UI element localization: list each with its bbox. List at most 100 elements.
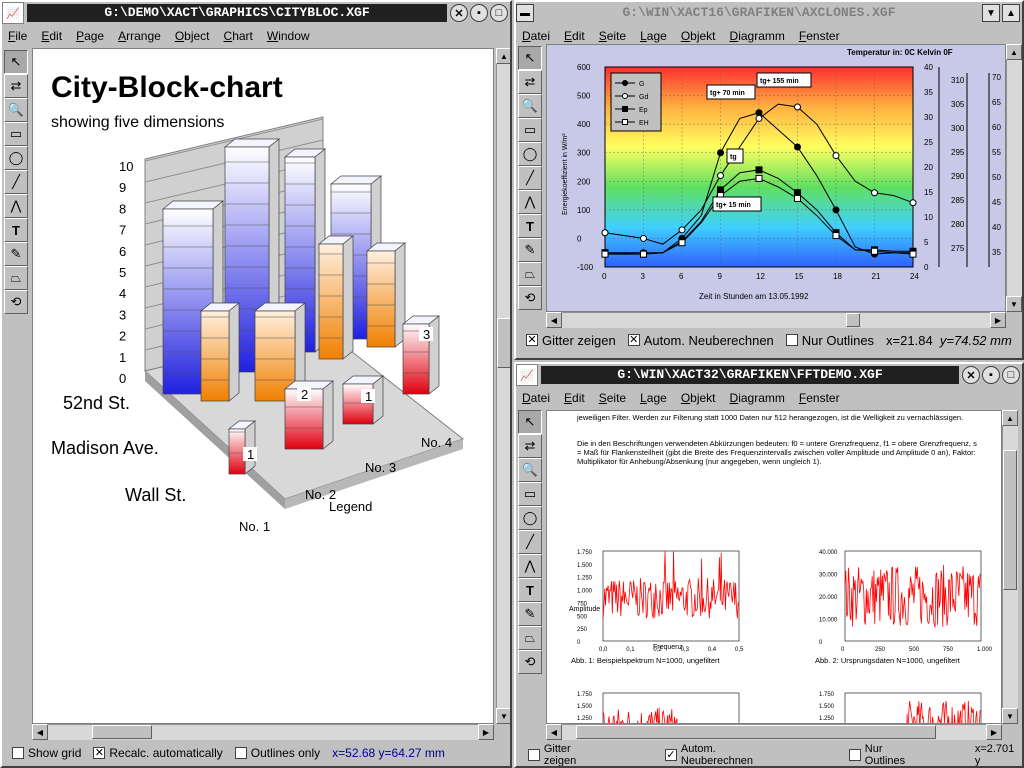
horizontal-scrollbar[interactable]: ◀ ▶: [546, 312, 1006, 328]
rotate-tool-icon[interactable]: ⟲: [4, 290, 28, 314]
ellipse-tool-icon[interactable]: ◯: [518, 506, 542, 530]
app-icon[interactable]: 📈: [2, 2, 24, 24]
menu-objekt[interactable]: Objekt: [681, 391, 716, 405]
pen-tool-icon[interactable]: ✎: [518, 602, 542, 626]
scroll-up-icon[interactable]: ▲: [496, 48, 510, 64]
drawing-canvas[interactable]: City-Block-chart showing five dimensions…: [32, 48, 494, 724]
scroll-thumb[interactable]: [92, 725, 152, 739]
menu-datei[interactable]: Datei: [522, 29, 550, 43]
show-grid-checkbox[interactable]: Show grid: [12, 746, 81, 760]
scroll-left-icon[interactable]: ◀: [546, 724, 562, 740]
zoom-tool-icon[interactable]: 🔍: [518, 94, 542, 118]
maximize-button[interactable]: ▲: [1002, 4, 1020, 22]
scroll-thumb[interactable]: [846, 313, 860, 327]
app-icon[interactable]: 📈: [516, 364, 538, 386]
outlines-checkbox[interactable]: Outlines only: [234, 746, 320, 760]
cityblock-window[interactable]: 📈 G:\DEMO\XACT\GRAPHICS\CITYBLOC.XGF ✕ ▪…: [0, 0, 512, 768]
ellipse-tool-icon[interactable]: ◯: [518, 142, 542, 166]
move-tool-icon[interactable]: ⇄: [4, 74, 28, 98]
close-button[interactable]: ✕: [450, 4, 468, 22]
ellipse-tool-icon[interactable]: ◯: [4, 146, 28, 170]
menu-object[interactable]: Object: [175, 29, 210, 43]
move-tool-icon[interactable]: ⇄: [518, 70, 542, 94]
zoom-tool-icon[interactable]: 🔍: [518, 458, 542, 482]
grid-checkbox[interactable]: Gitter zeigen: [528, 743, 605, 766]
menu-objekt[interactable]: Objekt: [681, 29, 716, 43]
menu-datei[interactable]: Datei: [522, 391, 550, 405]
polyline-tool-icon[interactable]: ⋀: [518, 190, 542, 214]
scroll-down-icon[interactable]: ▼: [1006, 296, 1022, 312]
close-button[interactable]: ✕: [962, 366, 980, 384]
minimize-button[interactable]: ▪: [470, 4, 488, 22]
polyline-tool-icon[interactable]: ⋀: [518, 554, 542, 578]
menu-edit[interactable]: Edit: [41, 29, 62, 43]
outlines-checkbox[interactable]: Nur Outlines: [785, 333, 874, 348]
axclones-window[interactable]: ▬ G:\WIN\XACT16\GRAFIKEN\AXCLONES.XGF ▼ …: [514, 0, 1024, 360]
minimize-button[interactable]: ▪: [982, 366, 1000, 384]
scroll-right-icon[interactable]: ▶: [990, 312, 1006, 328]
menu-page[interactable]: Page: [76, 29, 104, 43]
text-tool-icon[interactable]: T: [4, 218, 28, 242]
menu-fenster[interactable]: Fenster: [799, 391, 840, 405]
pointer-tool-icon[interactable]: ↖: [4, 50, 28, 74]
horizontal-scrollbar[interactable]: ◀ ▶: [32, 724, 494, 740]
line-tool-icon[interactable]: ╱: [4, 170, 28, 194]
pointer-tool-icon[interactable]: ↖: [518, 410, 542, 434]
menu-fenster[interactable]: Fenster: [799, 29, 840, 43]
polygon-tool-icon[interactable]: ⏢: [518, 262, 542, 286]
move-tool-icon[interactable]: ⇄: [518, 434, 542, 458]
scroll-right-icon[interactable]: ▶: [478, 724, 494, 740]
menu-diagramm[interactable]: Diagramm: [730, 29, 785, 43]
menu-edit[interactable]: Edit: [564, 29, 585, 43]
text-tool-icon[interactable]: T: [518, 578, 542, 602]
drawing-canvas[interactable]: Temperatur in: 0C Kelvin 0F 600 500 400 300…: [546, 44, 1006, 312]
scroll-down-icon[interactable]: ▼: [1002, 708, 1018, 724]
recalc-checkbox[interactable]: ✕ Autom. Neuberechnen: [627, 333, 774, 348]
pen-tool-icon[interactable]: ✎: [4, 242, 28, 266]
scroll-right-icon[interactable]: ▶: [986, 724, 1002, 740]
title-bar[interactable]: 📈 G:\WIN\XACT32\GRAFIKEN\FFTDEMO.XGF ✕ ▪…: [516, 364, 1022, 386]
menu-edit[interactable]: Edit: [564, 391, 585, 405]
polyline-tool-icon[interactable]: ⋀: [4, 194, 28, 218]
vertical-scrollbar[interactable]: ▲ ▼: [1002, 410, 1018, 724]
menu-file[interactable]: File: [8, 29, 27, 43]
scroll-down-icon[interactable]: ▼: [496, 708, 510, 724]
menu-lage[interactable]: Lage: [640, 391, 667, 405]
menu-arrange[interactable]: Arrange: [118, 29, 161, 43]
scroll-up-icon[interactable]: ▲: [1002, 410, 1018, 426]
rotate-tool-icon[interactable]: ⟲: [518, 650, 542, 674]
pointer-tool-icon[interactable]: ↖: [518, 46, 542, 70]
maximize-button[interactable]: □: [490, 4, 508, 22]
grid-checkbox[interactable]: ✕ Gitter zeigen: [526, 333, 616, 348]
menu-diagramm[interactable]: Diagramm: [730, 391, 785, 405]
menu-window[interactable]: Window: [267, 29, 310, 43]
rectangle-tool-icon[interactable]: ▭: [4, 122, 28, 146]
menu-seite[interactable]: Seite: [599, 29, 626, 43]
horizontal-scrollbar[interactable]: ◀ ▶: [546, 724, 1002, 740]
scroll-thumb[interactable]: [576, 725, 936, 739]
drawing-canvas[interactable]: jeweiligen Filter. Werden zur Filterung …: [546, 410, 1002, 724]
recalc-checkbox[interactable]: ✕ Recalc. automatically: [93, 746, 223, 760]
menu-seite[interactable]: Seite: [599, 391, 626, 405]
menu-chart[interactable]: Chart: [224, 29, 253, 43]
zoom-tool-icon[interactable]: 🔍: [4, 98, 28, 122]
text-tool-icon[interactable]: T: [518, 214, 542, 238]
polygon-tool-icon[interactable]: ⏢: [4, 266, 28, 290]
menu-lage[interactable]: Lage: [640, 29, 667, 43]
system-menu-button[interactable]: ▬: [516, 4, 534, 22]
line-tool-icon[interactable]: ╱: [518, 530, 542, 554]
scroll-thumb[interactable]: [1003, 450, 1017, 590]
pen-tool-icon[interactable]: ✎: [518, 238, 542, 262]
title-bar[interactable]: 📈 G:\DEMO\XACT\GRAPHICS\CITYBLOC.XGF ✕ ▪…: [2, 2, 510, 24]
rectangle-tool-icon[interactable]: ▭: [518, 482, 542, 506]
line-tool-icon[interactable]: ╱: [518, 166, 542, 190]
polygon-tool-icon[interactable]: ⏢: [518, 626, 542, 650]
scroll-left-icon[interactable]: ◀: [546, 312, 562, 328]
fftdemo-window[interactable]: 📈 G:\WIN\XACT32\GRAFIKEN\FFTDEMO.XGF ✕ ▪…: [514, 362, 1024, 768]
recalc-checkbox[interactable]: ✓ Autom. Neuberechnen: [665, 743, 789, 766]
title-bar[interactable]: ▬ G:\WIN\XACT16\GRAFIKEN\AXCLONES.XGF ▼ …: [516, 2, 1022, 24]
rotate-tool-icon[interactable]: ⟲: [518, 286, 542, 310]
rectangle-tool-icon[interactable]: ▭: [518, 118, 542, 142]
scroll-up-icon[interactable]: ▲: [1006, 44, 1022, 60]
vertical-scrollbar[interactable]: ▲ ▼: [496, 48, 510, 724]
